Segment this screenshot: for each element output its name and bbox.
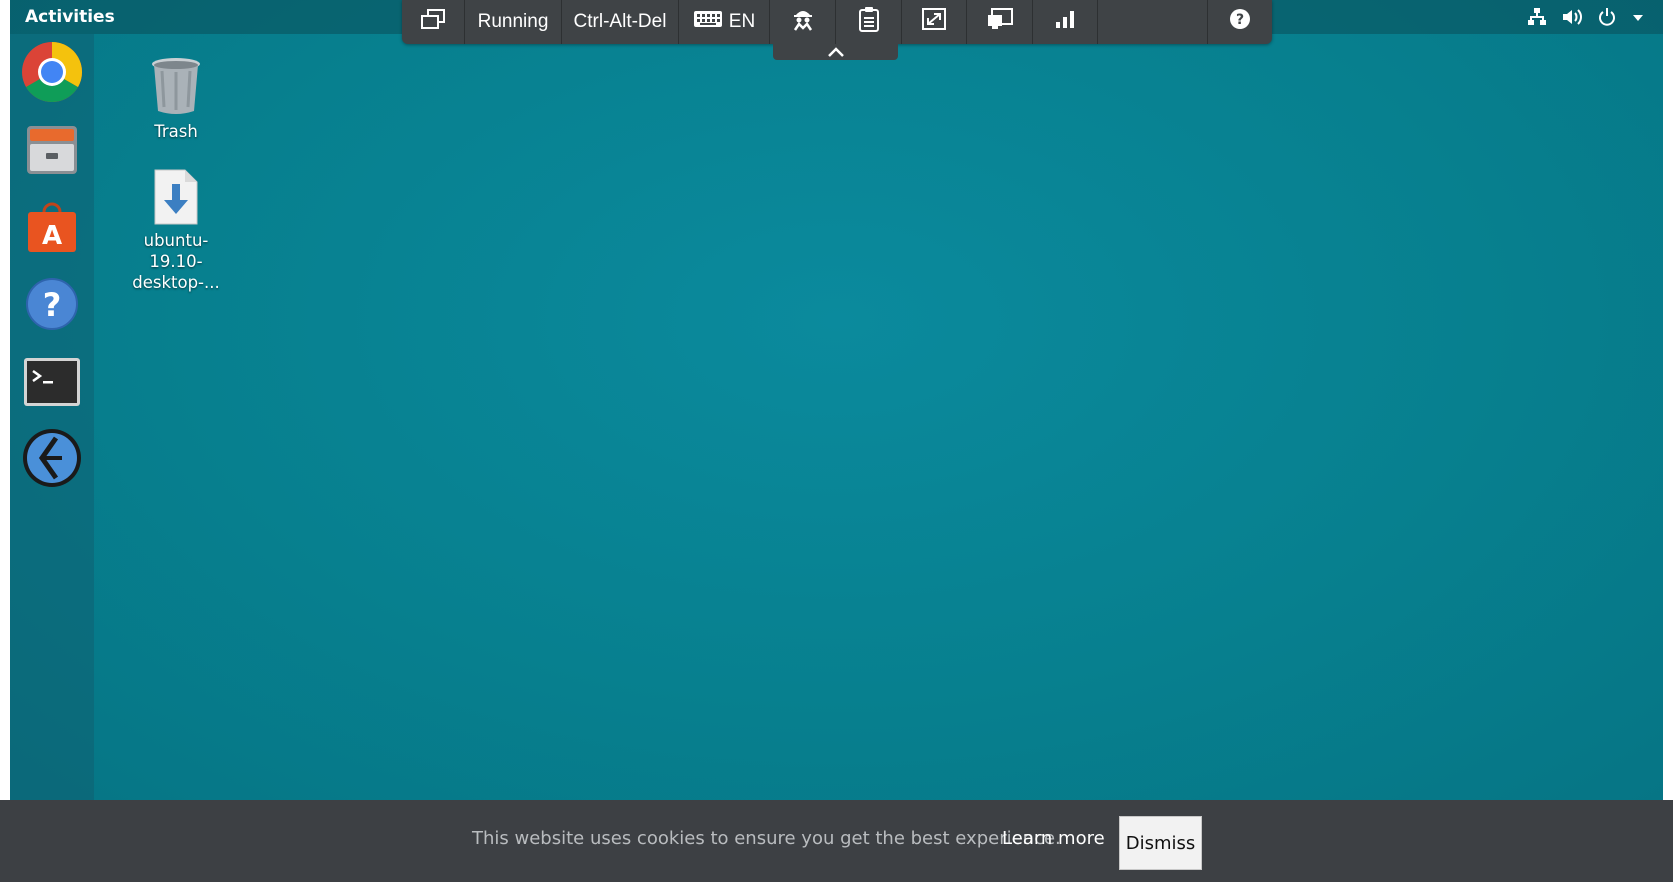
fullscreen-button[interactable]	[902, 0, 967, 44]
terminal-icon[interactable]	[20, 350, 84, 414]
network-icon[interactable]	[1527, 7, 1547, 27]
cookie-banner: This website uses cookies to ensure you …	[0, 800, 1673, 882]
remmina-icon[interactable]	[20, 426, 84, 490]
system-tray[interactable]	[1527, 0, 1645, 34]
connection-quality-button[interactable]	[1033, 0, 1098, 44]
clipboard-button[interactable]	[836, 0, 902, 44]
cookie-message: This website uses cookies to ensure you …	[472, 828, 1061, 849]
chrome-icon[interactable]	[20, 40, 84, 104]
toolbar-collapse-handle[interactable]	[773, 44, 898, 60]
power-icon[interactable]	[1597, 7, 1617, 27]
learn-more-link[interactable]: Learn more	[1002, 828, 1105, 849]
trash-icon	[148, 58, 204, 121]
remote-toolbar: Running Ctrl-Alt-Del EN ?	[402, 0, 1272, 44]
svg-text:?: ?	[1236, 12, 1244, 28]
file-label-line-1: ubuntu-	[143, 231, 209, 250]
download-file-icon	[151, 169, 201, 230]
windows-button[interactable]	[402, 0, 465, 44]
help-button[interactable]: ?	[1207, 0, 1272, 44]
signal-bars-icon	[1054, 9, 1076, 35]
ubuntu-iso-desktop-icon[interactable]: ubuntu- 19.10- desktop-...	[121, 168, 231, 293]
activities-button[interactable]: Activities	[25, 0, 115, 34]
running-status-button[interactable]: Running	[465, 0, 562, 44]
desktop: Activities A ? Trash ubuntu- 19.10- desk…	[10, 0, 1663, 800]
question-circle-icon: ?	[1229, 8, 1251, 36]
chevron-up-icon	[827, 43, 845, 62]
help-icon[interactable]: ?	[20, 272, 84, 336]
clipboard-icon	[858, 6, 880, 38]
svg-text:?: ?	[43, 286, 62, 324]
monitor-icon	[986, 7, 1014, 37]
ctrl-alt-del-button[interactable]: Ctrl-Alt-Del	[562, 0, 679, 44]
chevron-down-icon[interactable]	[1631, 7, 1645, 27]
file-label-line-2: 19.10-	[149, 252, 203, 271]
svg-text:A: A	[42, 221, 62, 251]
resize-icon	[921, 7, 947, 37]
dock: A ?	[10, 34, 94, 800]
trash-desktop-icon[interactable]: Trash	[121, 55, 231, 142]
windows-icon	[420, 8, 446, 36]
keyboard-icon	[693, 10, 723, 34]
software-center-icon[interactable]: A	[20, 196, 84, 260]
dismiss-button[interactable]: Dismiss	[1119, 816, 1202, 870]
keyboard-layout-button[interactable]: EN	[679, 0, 770, 44]
file-label-line-3: desktop-...	[132, 273, 220, 292]
trash-label: Trash	[154, 122, 198, 141]
agent-icon	[790, 7, 816, 37]
keyboard-lang-label: EN	[728, 11, 756, 32]
users-button[interactable]	[770, 0, 836, 44]
display-button[interactable]	[967, 0, 1033, 44]
volume-icon[interactable]	[1561, 7, 1583, 27]
files-icon[interactable]	[20, 118, 84, 182]
